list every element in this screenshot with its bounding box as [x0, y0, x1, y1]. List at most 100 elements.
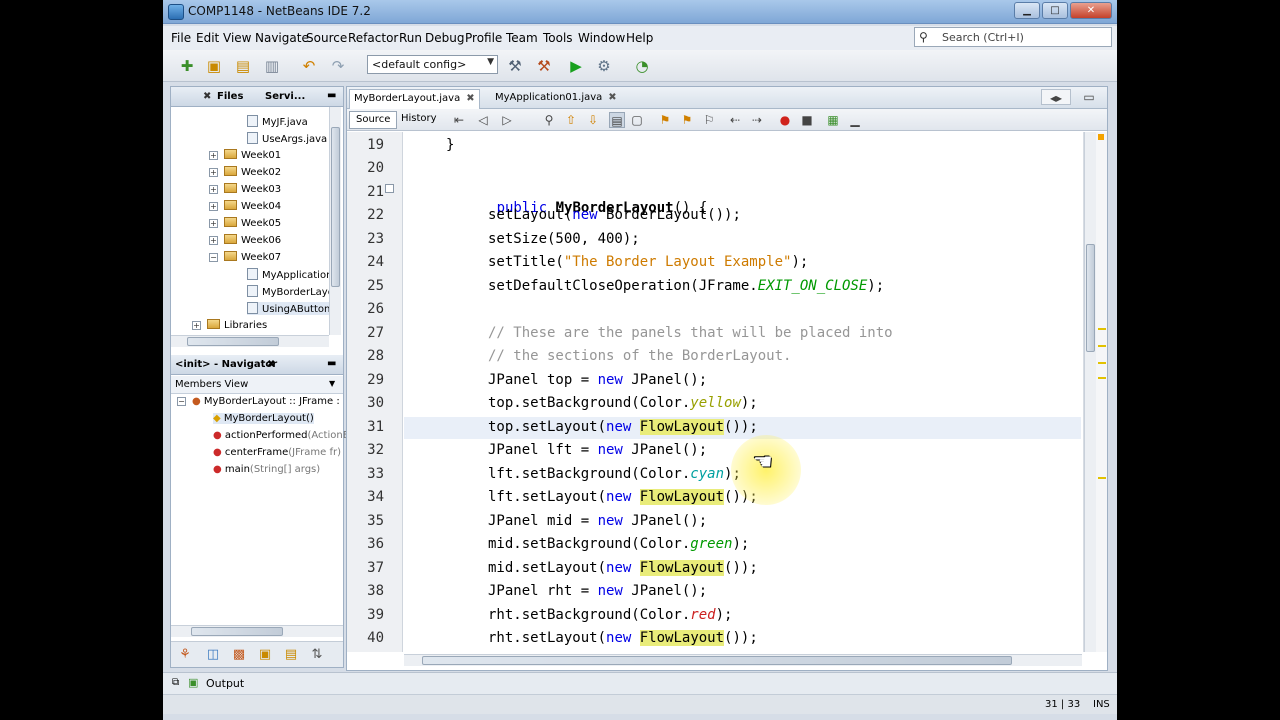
menu-refactor[interactable]: Refactor [348, 31, 398, 45]
menu-debug[interactable]: Debug [425, 31, 464, 45]
menu-view[interactable]: View [223, 31, 251, 45]
toggle-bookmark-icon[interactable]: ⚐ [701, 112, 717, 128]
code-line[interactable]: setTitle("The Border Layout Example"); [488, 254, 808, 270]
scroll-tabs-icon[interactable]: ◂▸ [1041, 89, 1071, 105]
editor-vertical-scrollbar[interactable] [1084, 132, 1096, 652]
history-mode-button[interactable]: History [395, 111, 443, 129]
scroll-thumb[interactable] [191, 627, 283, 636]
code-comment[interactable]: // These are the panels that will be pla… [488, 325, 893, 341]
editor-horizontal-scrollbar[interactable] [404, 654, 1082, 666]
start-macro-icon[interactable]: ● [777, 112, 793, 128]
run-icon[interactable]: ▶ [566, 56, 586, 76]
code-line[interactable]: JPanel lft = new JPanel(); [488, 442, 707, 458]
menu-file[interactable]: File [171, 31, 191, 45]
find-next-icon[interactable]: ⇩ [585, 112, 601, 128]
toggle-highlight-icon[interactable]: ▤ [609, 112, 625, 128]
navigator-item[interactable]: ● actionPerformed(ActionE [213, 430, 349, 441]
tree-item[interactable]: + Week06 [209, 234, 281, 246]
fold-toggle-icon[interactable] [385, 184, 394, 193]
debug-icon[interactable]: ⚙ [594, 56, 614, 76]
search-input[interactable]: ⚲ Search (Ctrl+I) [914, 27, 1112, 47]
tab-myapplication01[interactable]: MyApplication01.java ✖ [491, 89, 621, 109]
close-tab-icon[interactable]: ✖ [608, 92, 616, 103]
shift-left-icon[interactable]: ⇠ [727, 112, 743, 128]
code-line[interactable]: top.setLayout(new FlowLayout()); [488, 419, 758, 435]
collapse-icon[interactable]: − [209, 253, 218, 262]
next-bookmark-icon[interactable]: ⚑ [679, 112, 695, 128]
scroll-thumb[interactable] [1086, 244, 1095, 352]
filter-nonpublic-icon[interactable]: ▣ [255, 645, 275, 665]
navigator-item[interactable]: ● centerFrame(JFrame fr) [213, 447, 341, 458]
code-line[interactable]: lft.setLayout(new FlowLayout()); [488, 489, 758, 505]
projects-horizontal-scrollbar[interactable] [171, 335, 329, 347]
build-icon[interactable]: ⚒ [505, 56, 525, 76]
minimize-button[interactable]: ▁ [1014, 2, 1040, 19]
filter-inherited-icon[interactable]: ◫ [203, 645, 223, 665]
scroll-thumb[interactable] [331, 127, 340, 287]
redo-icon[interactable]: ↷ [328, 56, 348, 76]
back-icon[interactable]: ◁ [475, 112, 491, 128]
source-mode-button[interactable]: Source [349, 111, 398, 129]
maximize-editor-icon[interactable]: ▭ [1081, 89, 1097, 105]
tree-item[interactable]: + Week01 [209, 149, 281, 161]
expand-icon[interactable]: + [209, 185, 218, 194]
tree-item[interactable]: UsingAButton [247, 302, 331, 315]
open-project-icon[interactable]: ▤ [233, 56, 253, 76]
filter-static-icon[interactable]: ▩ [229, 645, 249, 665]
minimize-panel-icon[interactable]: ▬ [327, 358, 336, 369]
close-tab-icon[interactable]: ✖ [466, 93, 474, 104]
filter-fields-icon[interactable]: ⚘ [175, 645, 195, 665]
projects-vertical-scrollbar[interactable] [329, 107, 341, 335]
code-line[interactable]: mid.setBackground(Color.green); [488, 536, 749, 552]
expand-icon[interactable]: + [209, 168, 218, 177]
tree-item[interactable]: + Week02 [209, 166, 281, 178]
find-previous-icon[interactable]: ⇧ [563, 112, 579, 128]
expand-icon[interactable]: + [209, 151, 218, 160]
last-edit-icon[interactable]: ⇤ [451, 112, 467, 128]
close-window-button[interactable]: ✕ [1070, 2, 1112, 19]
menu-window[interactable]: Window [578, 31, 625, 45]
comment-icon[interactable]: ▦ [825, 112, 841, 128]
members-view-select[interactable]: Members View ▼ [171, 376, 343, 394]
expand-icon[interactable]: + [209, 236, 218, 245]
code-line[interactable]: rht.setBackground(Color.red); [488, 607, 732, 623]
maximize-button[interactable]: □ [1042, 2, 1068, 19]
navigator-item[interactable]: ◆ MyBorderLayout() [213, 413, 314, 424]
clean-build-icon[interactable]: ⚒ [534, 56, 554, 76]
navigator-horizontal-scrollbar[interactable] [171, 625, 343, 637]
tab-files[interactable]: Files [217, 91, 243, 102]
uncomment-icon[interactable]: ▁ [847, 112, 863, 128]
output-tab[interactable]: Output [206, 677, 244, 690]
undo-icon[interactable]: ↶ [299, 56, 319, 76]
find-icon[interactable]: ⚲ [541, 112, 557, 128]
scroll-thumb[interactable] [187, 337, 279, 346]
code-line[interactable]: setLayout(new BorderLayout()); [488, 207, 741, 223]
menu-run[interactable]: Run [399, 31, 422, 45]
code-line[interactable]: top.setBackground(Color.yellow); [488, 395, 758, 411]
expand-icon[interactable]: + [209, 202, 218, 211]
tree-item[interactable]: + Week04 [209, 200, 281, 212]
tab-myborderlayout[interactable]: MyBorderLayout.java ✖ [349, 89, 480, 109]
prev-bookmark-icon[interactable]: ⚑ [657, 112, 673, 128]
code-line[interactable]: lft.setBackground(Color.cyan); [488, 466, 741, 482]
close-tab-icon[interactable]: ✖ [267, 359, 275, 370]
new-file-icon[interactable]: ✚ [177, 56, 197, 76]
sort-icon[interactable]: ▤ [281, 645, 301, 665]
navigator-item[interactable]: − ● MyBorderLayout :: JFrame : [177, 396, 340, 407]
occurrence-mark[interactable] [1098, 362, 1106, 364]
occurrence-mark[interactable] [1098, 345, 1106, 347]
tree-item[interactable]: − Week07 [209, 251, 281, 263]
code-line[interactable]: JPanel top = new JPanel(); [488, 372, 707, 388]
menu-help[interactable]: Help [626, 31, 653, 45]
menu-tools[interactable]: Tools [543, 31, 573, 45]
menu-edit[interactable]: Edit [196, 31, 219, 45]
menu-navigate[interactable]: Navigate [255, 31, 309, 45]
profile-icon[interactable]: ◔ [632, 56, 652, 76]
menu-team[interactable]: Team [506, 31, 538, 45]
save-all-icon[interactable]: ▥ [262, 56, 282, 76]
code-line[interactable]: } [446, 137, 454, 153]
code-line[interactable]: JPanel mid = new JPanel(); [488, 513, 707, 529]
code-comment[interactable]: // the sections of the BorderLayout. [488, 348, 791, 364]
occurrence-mark[interactable] [1098, 477, 1106, 479]
minimize-panel-icon[interactable]: ▬ [327, 90, 336, 101]
